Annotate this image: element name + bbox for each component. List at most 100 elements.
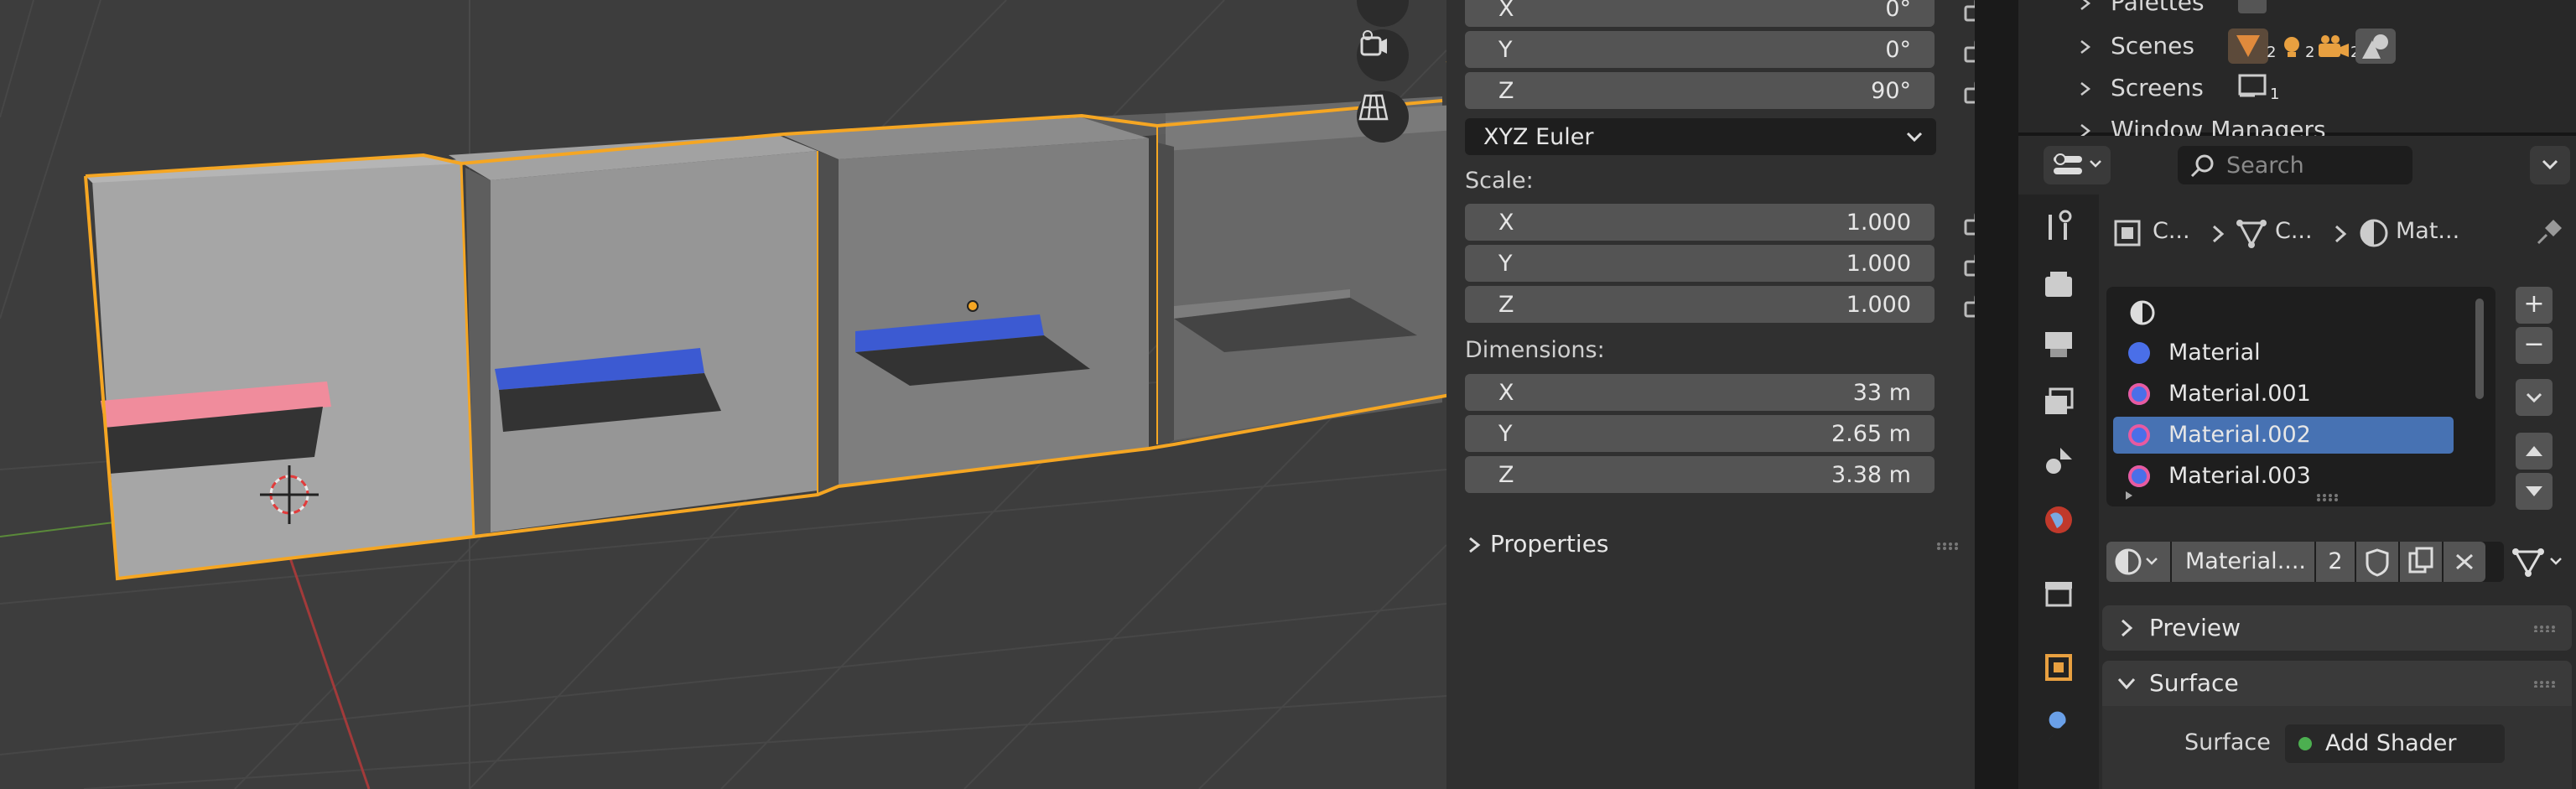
axis-label: Y	[1498, 251, 1513, 277]
axis-label: Z	[1498, 462, 1514, 488]
fake-user-button[interactable]	[2356, 542, 2398, 582]
dimensions-z-field[interactable]: Z 3.38 m	[1465, 456, 1935, 493]
object-data-icon	[2114, 220, 2141, 247]
material-slot-3[interactable]: Material.003	[2113, 458, 2454, 495]
field-value: 1.000	[1846, 292, 1911, 318]
mesh-data-icon	[2512, 548, 2562, 577]
viewport-scene[interactable]	[0, 0, 1446, 789]
surface-panel-header[interactable]: Surface	[2102, 661, 2572, 706]
surface-panel-body: Surface Add Shader	[2102, 706, 2572, 789]
add-slot-button[interactable]: +	[2516, 287, 2553, 324]
resize-grip-icon[interactable]	[2316, 493, 2340, 501]
count-badge: 1	[2270, 86, 2280, 103]
rotation-mode-dropdown[interactable]: XYZ Euler	[1465, 118, 1936, 155]
camera-view-button[interactable]	[1357, 29, 1409, 81]
axis-label: Z	[1498, 78, 1514, 104]
field-value: 0°	[1885, 0, 1911, 22]
rotation-z-field[interactable]: Z 90°	[1465, 72, 1935, 109]
chevron-right-icon	[2212, 225, 2225, 243]
scale-y-field[interactable]: Y 1.000	[1465, 245, 1935, 282]
properties-editor: Search C... C... Mat... Material Materia…	[2018, 136, 2576, 789]
dimensions-x-field[interactable]: X 33 m	[1465, 374, 1935, 411]
material-slot-2[interactable]: Material.002	[2113, 417, 2454, 454]
outliner: Palettes Scenes 2 2 2 Screens 1 Window M…	[2018, 0, 2576, 143]
output-tab-icon[interactable]	[2038, 324, 2079, 364]
view-layer-tab-icon[interactable]	[2038, 382, 2079, 423]
chevron-down-icon	[2117, 677, 2136, 690]
outliner-item-palettes[interactable]: Palettes	[2018, 0, 2576, 23]
mesh-data-icon	[2236, 220, 2267, 248]
search-placeholder: Search	[2226, 153, 2304, 179]
expand-triangle-icon[interactable]	[2123, 490, 2135, 501]
scale-x-field[interactable]: X 1.000	[1465, 204, 1935, 241]
move-slot-down-button[interactable]	[2516, 473, 2553, 510]
options-dropdown-button[interactable]	[2530, 146, 2570, 184]
list-scrollbar[interactable]	[2475, 298, 2484, 399]
slot-specials-button[interactable]	[2516, 379, 2553, 416]
area-splitter[interactable]	[1975, 0, 2018, 789]
drag-grip-icon[interactable]	[1936, 542, 1960, 550]
rotation-mode-value: XYZ Euler	[1483, 124, 1594, 150]
field-value: 0°	[1885, 37, 1911, 63]
object-origin[interactable]	[967, 300, 979, 312]
link-type-dropdown[interactable]	[2507, 542, 2573, 582]
axis-label: Y	[1498, 37, 1513, 63]
surface-shader-selector[interactable]: Add Shader	[2285, 724, 2505, 763]
preview-panel-header[interactable]: Preview	[2102, 605, 2572, 651]
material-slot-1[interactable]: Material.001	[2113, 376, 2454, 413]
shader-name: Add Shader	[2325, 730, 2457, 756]
properties-subpanel-header[interactable]: Properties	[1465, 527, 1960, 563]
outliner-item-label: Scenes	[2111, 32, 2194, 60]
properties-tabs	[2018, 195, 2099, 789]
preview-panel-label: Preview	[2149, 614, 2241, 641]
outliner-item-screens[interactable]: Screens 1	[2018, 69, 2576, 109]
screen-icon	[2238, 74, 2267, 97]
unlink-material-button[interactable]	[2444, 542, 2485, 582]
perspective-toggle-button[interactable]	[1357, 91, 1409, 143]
browse-material-button[interactable]	[2106, 542, 2170, 582]
chevron-down-icon	[2526, 392, 2542, 403]
outliner-item-scenes[interactable]: Scenes 2 2 2	[2018, 27, 2576, 67]
axis-label: Y	[1498, 421, 1513, 447]
drag-grip-icon[interactable]	[2533, 625, 2557, 632]
properties-header: Search	[2018, 136, 2576, 195]
triangle-down-icon	[2526, 486, 2542, 496]
outliner-item-label: Palettes	[2111, 0, 2205, 16]
grid-perspective-icon	[1358, 94, 1389, 121]
modifier-tab-icon[interactable]	[2038, 708, 2079, 748]
search-input[interactable]: Search	[2178, 146, 2412, 184]
sidebar-transform-panel: X 0° Y 0° Z 90° XYZ Euler Scale: X 1.000…	[1446, 0, 1975, 789]
render-tab-icon[interactable]	[2038, 265, 2079, 305]
3d-viewport[interactable]	[0, 0, 1446, 789]
shapes-filter-icon[interactable]	[2355, 29, 2396, 64]
move-slot-up-button[interactable]	[2516, 433, 2553, 470]
breadcrumb-mesh: C...	[2275, 218, 2313, 244]
field-value: 33 m	[1852, 380, 1911, 406]
scene-tab-icon[interactable]	[2038, 441, 2079, 481]
collection-tab-icon[interactable]	[2038, 572, 2079, 612]
object-tab-icon[interactable]	[2038, 647, 2079, 688]
user-count-button[interactable]: 2	[2316, 542, 2355, 582]
surface-field-label: Surface	[2184, 729, 2271, 755]
dimensions-y-field[interactable]: Y 2.65 m	[1465, 415, 1935, 452]
tool-tab-icon[interactable]	[2038, 206, 2079, 247]
rotation-x-field[interactable]: X 0°	[1465, 0, 1935, 27]
breadcrumb-material: Mat...	[2396, 218, 2460, 244]
remove-slot-button[interactable]: −	[2516, 327, 2553, 364]
editor-type-button[interactable]	[2044, 146, 2111, 184]
pin-icon[interactable]	[2532, 216, 2565, 250]
axis-label: Z	[1498, 292, 1514, 318]
material-slot-0[interactable]: Material	[2113, 335, 2454, 371]
camera-icon	[1360, 30, 1387, 56]
material-browse-icon	[2115, 548, 2158, 575]
material-slot-list[interactable]: Material Material.001 Material.002 Mater…	[2106, 287, 2496, 506]
world-tab-icon[interactable]	[2038, 500, 2079, 540]
material-name-field[interactable]: Material....	[2172, 542, 2314, 582]
field-value: 90°	[1871, 78, 1911, 104]
rotation-y-field[interactable]: Y 0°	[1465, 31, 1935, 68]
material-slot-name: Material.003	[2168, 463, 2311, 489]
scene-filter-icon[interactable]	[2228, 29, 2268, 64]
scale-z-field[interactable]: Z 1.000	[1465, 286, 1935, 323]
drag-grip-icon[interactable]	[2533, 681, 2557, 688]
duplicate-material-button[interactable]	[2400, 542, 2442, 582]
